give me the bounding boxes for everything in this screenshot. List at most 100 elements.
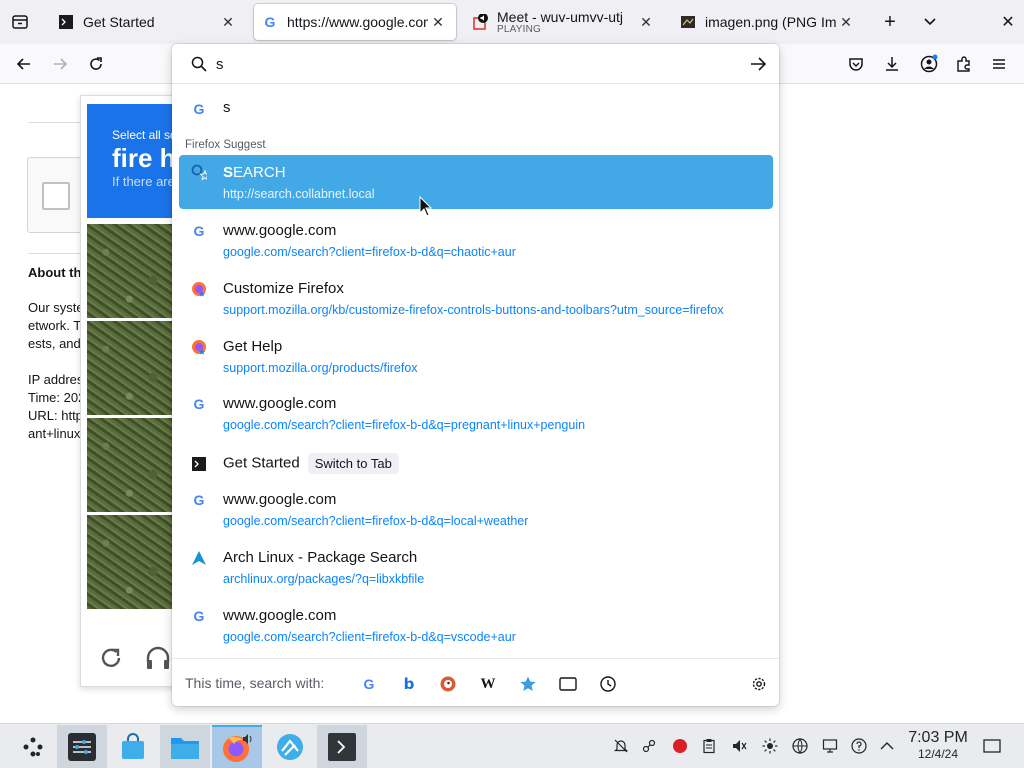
clipboard-icon[interactable]	[699, 736, 719, 756]
captcha-tile[interactable]	[87, 418, 181, 512]
firefox-view-button[interactable]	[5, 7, 35, 37]
result-row[interactable]: Get Started Switch to Tab	[179, 446, 773, 480]
speaker-playing-icon	[472, 14, 488, 30]
recaptcha-checkbox[interactable]	[42, 182, 70, 210]
firefox-icon	[191, 281, 207, 297]
close-window-button[interactable]: ✕	[993, 7, 1023, 37]
captcha-header: Select all squares with fire hydrants If…	[87, 104, 181, 218]
downloads-button[interactable]	[878, 50, 906, 78]
clock-date: 12/4/24	[917, 747, 959, 761]
clock[interactable]: 7:03 PM 12/4/24	[900, 729, 976, 761]
gear-icon[interactable]	[748, 673, 770, 695]
result-row[interactable]: SEARCH http://search.collabnet.local	[179, 155, 773, 209]
google-engine-icon[interactable]: G	[358, 673, 380, 695]
switch-to-tab-button[interactable]: Switch to Tab	[307, 453, 399, 474]
urlbar-popup: G s Firefox Suggest SEARCH http://search…	[172, 44, 779, 706]
reload-button[interactable]	[82, 50, 110, 78]
taskbar-file-manager[interactable]	[160, 725, 210, 768]
duckduckgo-engine-icon[interactable]	[437, 673, 459, 695]
network-icon[interactable]	[790, 736, 810, 756]
help-icon[interactable]	[849, 736, 869, 756]
google-icon: G	[193, 396, 205, 412]
recording-icon[interactable]	[670, 736, 690, 756]
captcha-tile[interactable]	[87, 321, 181, 415]
captcha-tile[interactable]	[87, 515, 181, 609]
result-row[interactable]: Get Help support.mozilla.org/products/fi…	[179, 329, 773, 383]
tab-google[interactable]: G https://www.google.com/ ✕	[254, 4, 456, 40]
history-clock-icon[interactable]	[597, 673, 619, 695]
forward-arrow-icon	[54, 58, 68, 70]
row-url: google.com/search?client=firefox-b-d&q=v…	[223, 630, 516, 644]
result-row[interactable]: G www.google.com google.com/search?clien…	[179, 598, 773, 652]
reload-challenge-icon[interactable]	[99, 646, 123, 670]
arch-linux-icon	[191, 550, 207, 566]
headphones-icon[interactable]	[145, 646, 171, 670]
result-row[interactable]: G www.google.com google.com/search?clien…	[179, 482, 773, 536]
extensions-button[interactable]	[950, 50, 978, 78]
application-launcher[interactable]	[8, 725, 58, 768]
settings-app-icon	[68, 733, 96, 761]
close-tab-icon[interactable]: ✕	[218, 12, 238, 32]
chevron-down-icon	[924, 18, 936, 26]
show-desktop-icon[interactable]	[982, 736, 1002, 756]
row-title: Customize Firefox	[223, 280, 344, 297]
account-button[interactable]	[915, 50, 943, 78]
close-tab-icon[interactable]: ✕	[836, 12, 856, 32]
bookmarks-star-icon[interactable]	[517, 673, 539, 695]
forward-button[interactable]	[46, 50, 74, 78]
firefox-app-icon	[223, 734, 252, 762]
para-line: ests, and not a robot.	[28, 336, 80, 351]
result-row[interactable]: Arch Linux - Package Search archlinux.or…	[179, 540, 773, 594]
terminal-app-icon	[328, 733, 356, 761]
result-row[interactable]: Customize Firefox support.mozilla.org/kb…	[179, 271, 773, 325]
result-row[interactable]: G www.google.com google.com/search?clien…	[179, 386, 773, 440]
menu-button[interactable]	[985, 50, 1013, 78]
notifications-muted-icon[interactable]	[611, 736, 631, 756]
plus-icon: +	[884, 10, 896, 33]
tab-imagen[interactable]: imagen.png (PNG Image ✕	[672, 4, 864, 40]
urlbar	[172, 44, 779, 84]
para-line: URL: https://www.google.com/search?clien…	[28, 408, 80, 423]
chevron-up-icon[interactable]	[877, 736, 897, 756]
display-icon[interactable]	[820, 736, 840, 756]
new-tab-button[interactable]: +	[875, 7, 905, 37]
captcha-target: fire hydrants	[112, 143, 181, 173]
search-with-label: This time, search with:	[185, 675, 325, 691]
bing-engine-icon[interactable]: b	[398, 673, 420, 695]
captcha-challenge: Select all squares with fire hydrants If…	[80, 95, 181, 687]
pocket-button[interactable]	[842, 50, 870, 78]
close-tab-icon[interactable]: ✕	[636, 12, 656, 32]
kdeconnect-icon[interactable]	[639, 736, 659, 756]
taskbar-terminal[interactable]	[317, 725, 367, 768]
tab-title: imagen.png (PNG Image	[705, 14, 836, 30]
para-line: IP address:	[28, 372, 80, 387]
row-title: www.google.com	[223, 607, 337, 624]
search-bookmark-icon	[191, 164, 207, 181]
captcha-footer	[87, 626, 181, 686]
row-title: EARCH	[233, 164, 286, 181]
taskbar-remote-app[interactable]	[265, 725, 315, 768]
mouse-cursor-icon	[419, 196, 433, 217]
search-suggestion[interactable]: G s	[179, 91, 773, 125]
tabs-icon[interactable]	[557, 673, 579, 695]
tab-get-started[interactable]: Get Started ✕	[50, 4, 246, 40]
download-icon	[886, 57, 898, 71]
captcha-tile[interactable]	[87, 224, 181, 318]
go-arrow-icon[interactable]	[750, 56, 767, 72]
para-line: Time: 2024-12-04	[28, 390, 80, 405]
close-tab-icon[interactable]: ✕	[428, 12, 448, 32]
para-line: etwork. This page checks to see if it's …	[28, 318, 80, 333]
list-all-tabs-button[interactable]	[915, 7, 945, 37]
row-url: support.mozilla.org/kb/customize-firefox…	[223, 303, 724, 317]
result-row[interactable]: G www.google.com google.com/search?clien…	[179, 213, 773, 267]
back-button[interactable]	[10, 50, 38, 78]
taskbar-system-settings[interactable]	[57, 725, 107, 768]
wikipedia-engine-icon[interactable]: W	[477, 673, 499, 695]
tab-meet[interactable]: Meet - wuv-umvv-utj PLAYING ✕	[464, 4, 664, 40]
taskbar-discover[interactable]	[108, 725, 158, 768]
taskbar-firefox[interactable]	[212, 725, 262, 768]
brightness-icon[interactable]	[760, 736, 780, 756]
url-input[interactable]	[216, 52, 716, 76]
volume-muted-icon[interactable]	[729, 736, 749, 756]
account-icon	[920, 54, 938, 73]
